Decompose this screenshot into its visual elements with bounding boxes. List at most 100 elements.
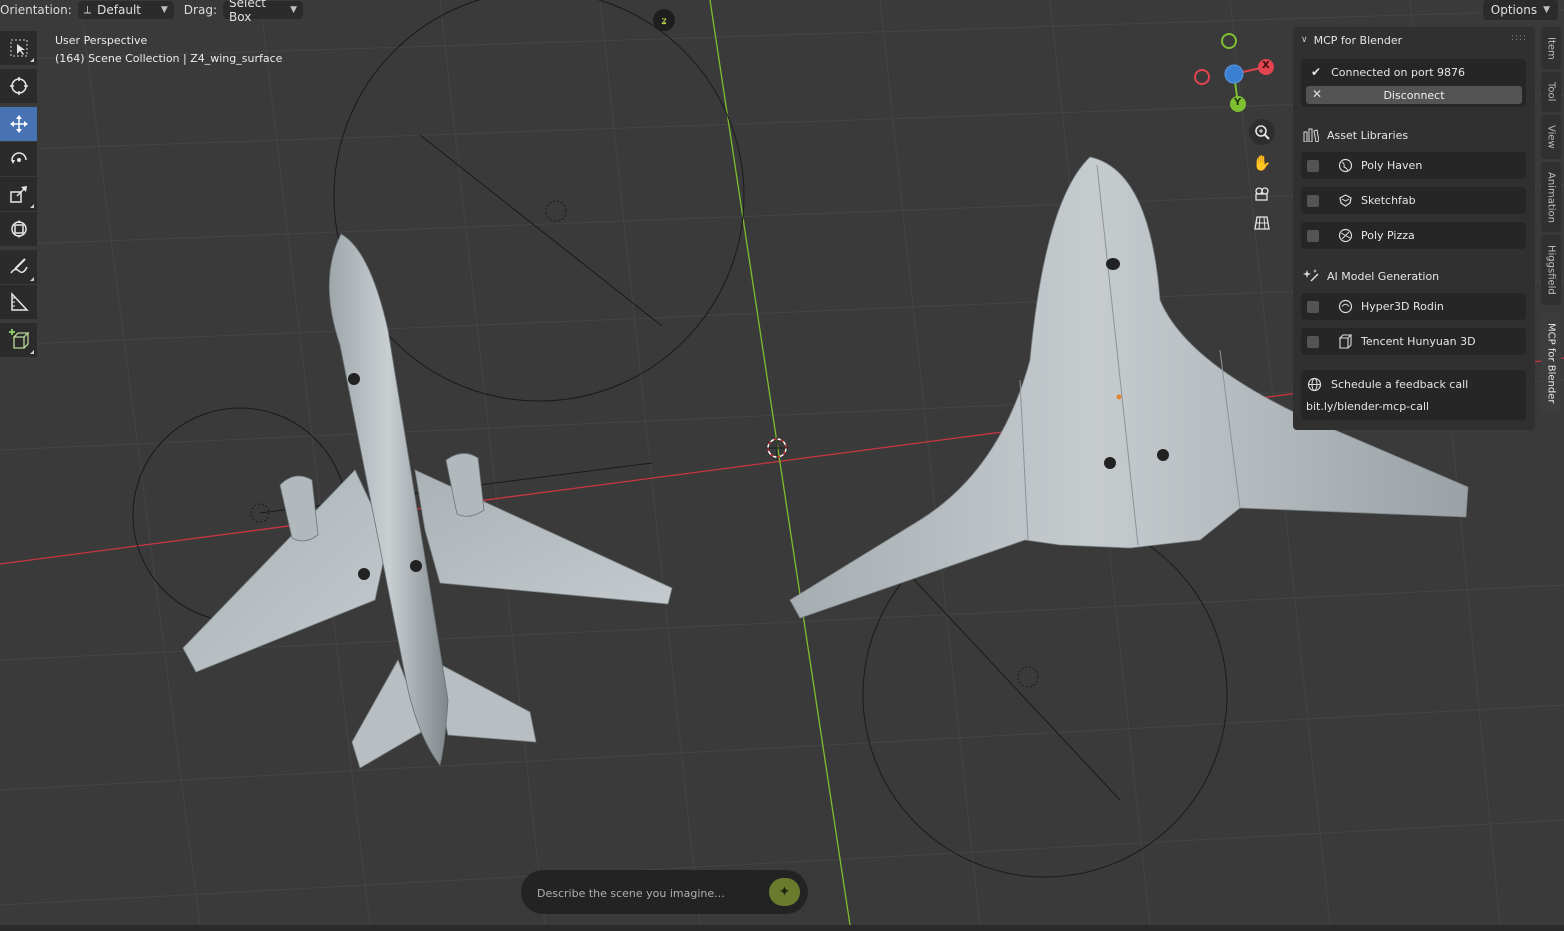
measure-tool[interactable] xyxy=(0,285,37,319)
camera-view-button[interactable] xyxy=(1249,181,1275,207)
tool-variant-indicator xyxy=(30,350,34,354)
hyper3d-icon xyxy=(1337,299,1353,315)
select-box-icon xyxy=(10,39,27,57)
drag-dropdown[interactable]: Select Box ▼ xyxy=(222,0,303,24)
hand-icon: ✋ xyxy=(1252,154,1272,172)
transform-tool[interactable] xyxy=(0,212,37,246)
hyper3d-checkbox[interactable] xyxy=(1307,300,1319,313)
svg-text:ʑ: ʑ xyxy=(661,16,666,27)
perspective-toggle-button[interactable] xyxy=(1249,210,1275,236)
tab-mcp-for-blender[interactable]: MCP for Blender xyxy=(1541,313,1561,413)
sparkle-icon xyxy=(1303,269,1319,282)
tab-mcp-label: MCP for Blender xyxy=(1545,322,1557,404)
poly-haven-label: Poly Haven xyxy=(1361,159,1423,172)
measure-icon xyxy=(10,292,29,311)
move-icon xyxy=(9,115,28,133)
tab-higgsfield[interactable]: Higgsfield xyxy=(1541,235,1561,305)
library-icon xyxy=(1303,128,1319,142)
hunyuan-checkbox[interactable] xyxy=(1307,335,1319,348)
poly-pizza-label: Poly Pizza xyxy=(1361,229,1415,242)
globe-icon xyxy=(1337,158,1353,174)
sketchfab-checkbox[interactable] xyxy=(1307,194,1319,207)
gizmo-y-label[interactable]: Y xyxy=(1234,97,1241,108)
scene-prompt-input[interactable] xyxy=(535,882,759,904)
disconnect-label: Disconnect xyxy=(1383,88,1445,102)
ai-generation-title: AI Model Generation xyxy=(1327,269,1440,283)
drag-handle-icon[interactable]: :::: xyxy=(1511,33,1527,43)
tab-view[interactable]: View xyxy=(1541,115,1561,159)
orientation-value: Default xyxy=(97,3,141,17)
3d-cursor xyxy=(766,437,788,459)
sketchfab-icon xyxy=(1337,193,1353,209)
asset-libraries-title: Asset Libraries xyxy=(1327,128,1409,142)
check-icon: ✔ xyxy=(1311,65,1322,79)
tool-variant-indicator xyxy=(30,204,34,208)
grid-perspective-icon xyxy=(1254,216,1270,230)
panel-title: MCP for Blender xyxy=(1313,33,1403,47)
tab-tool-label: Tool xyxy=(1545,82,1557,102)
asset-library-sketchfab[interactable]: Sketchfab xyxy=(1301,187,1526,214)
tab-animation[interactable]: Animation xyxy=(1541,162,1561,232)
chevron-down-icon: ▼ xyxy=(290,5,297,15)
scale-tool[interactable] xyxy=(0,177,37,211)
hyper3d-label: Hyper3D Rodin xyxy=(1361,300,1444,313)
view-name: User Perspective xyxy=(55,34,148,47)
rotate-icon xyxy=(10,152,27,164)
asset-libraries-heading: Asset Libraries xyxy=(1303,128,1408,142)
select-box-tool[interactable] xyxy=(0,31,37,65)
transform-orientation-icon: ⟂ xyxy=(83,3,92,16)
options-label: Options xyxy=(1490,3,1538,17)
poly-haven-checkbox[interactable] xyxy=(1307,159,1319,172)
cursor-tool[interactable] xyxy=(0,69,37,103)
options-dropdown[interactable]: Options ▼ xyxy=(1482,0,1558,20)
sparkle-icon: ✦ xyxy=(778,884,791,900)
tab-view-label: View xyxy=(1545,125,1557,149)
viewport-info: User Perspective (164) Scene Collection … xyxy=(55,32,282,68)
tool-variant-indicator xyxy=(30,58,34,62)
tab-item-label: Item xyxy=(1545,36,1557,60)
chevron-down-icon: ∨ xyxy=(1301,35,1308,45)
camera-icon xyxy=(1255,187,1269,201)
feedback-box: Schedule a feedback call bit.ly/blender-… xyxy=(1301,370,1526,420)
move-tool[interactable] xyxy=(0,107,37,141)
transform-icon xyxy=(10,220,27,238)
gizmo-x-label[interactable]: X xyxy=(1262,60,1270,71)
panel-header[interactable]: ∨ MCP for Blender xyxy=(1301,31,1402,49)
annotate-icon xyxy=(9,258,28,274)
asset-library-poly-pizza[interactable]: Poly Pizza xyxy=(1301,222,1526,249)
tool-variant-indicator xyxy=(30,277,34,281)
tab-tool[interactable]: Tool xyxy=(1541,72,1561,112)
globe-icon xyxy=(1307,377,1322,392)
disconnect-button[interactable]: ✕ Disconnect xyxy=(1306,86,1522,104)
ai-generation-heading: AI Model Generation xyxy=(1303,269,1439,283)
feedback-label: Schedule a feedback call xyxy=(1331,378,1469,391)
generate-button[interactable]: ✦ xyxy=(769,878,800,906)
annotate-tool[interactable] xyxy=(0,250,37,284)
orientation-dropdown[interactable]: ⟂ Default ▼ xyxy=(77,1,174,19)
feedback-row[interactable]: Schedule a feedback call xyxy=(1307,377,1468,392)
ai-generator-hyper3d-rodin[interactable]: Hyper3D Rodin xyxy=(1301,293,1526,320)
rotate-tool[interactable] xyxy=(0,142,37,176)
asset-library-poly-haven[interactable]: Poly Haven xyxy=(1301,152,1526,179)
viewport-header: Orientation: ⟂ Default ▼ Drag: Select Bo… xyxy=(0,0,303,24)
sun-light-icon: ʑ xyxy=(653,9,675,31)
airliner-model xyxy=(182,233,673,769)
zoom-button[interactable] xyxy=(1249,119,1275,145)
tab-item[interactable]: Item xyxy=(1541,27,1561,69)
feedback-link[interactable]: bit.ly/blender-mcp-call xyxy=(1306,400,1429,413)
poly-pizza-checkbox[interactable] xyxy=(1307,229,1319,242)
close-icon: ✕ xyxy=(1312,87,1323,101)
drag-label: Drag: xyxy=(183,3,217,17)
zoom-icon xyxy=(1255,125,1270,140)
scene-prompt-bar: ✦ xyxy=(521,870,808,914)
pan-button[interactable]: ✋ xyxy=(1249,150,1275,176)
status-bar xyxy=(0,925,1564,931)
ai-generator-tencent-hunyuan[interactable]: Tencent Hunyuan 3D xyxy=(1301,328,1526,355)
connection-status: Connected on port 9876 xyxy=(1331,65,1466,79)
chevron-down-icon: ▼ xyxy=(160,5,168,15)
drag-value: Select Box xyxy=(228,0,267,24)
add-cube-tool[interactable] xyxy=(0,323,37,357)
cube-icon xyxy=(1337,334,1353,350)
scale-icon xyxy=(9,186,27,203)
collection-info: (164) Scene Collection | Z4_wing_surface xyxy=(55,52,283,65)
